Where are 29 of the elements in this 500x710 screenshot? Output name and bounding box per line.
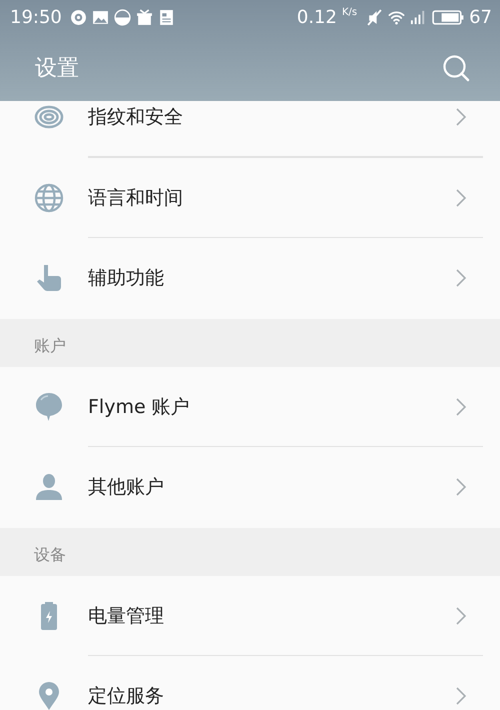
chevron-icon	[455, 477, 467, 498]
target-icon	[70, 9, 87, 26]
chevron-icon	[455, 188, 467, 208]
battery-icon	[432, 9, 464, 26]
chevron-icon	[455, 606, 467, 626]
document-icon	[158, 9, 175, 26]
half-circle-icon	[114, 9, 131, 26]
search-icon[interactable]	[442, 54, 470, 82]
image-icon	[92, 9, 109, 26]
chevron-icon	[455, 107, 467, 128]
status-time: 19:50	[10, 7, 62, 28]
person-icon	[34, 472, 64, 502]
battery-level: 67	[469, 7, 492, 28]
network-speed: 0.12	[296, 7, 337, 28]
page-title: 设置	[35, 55, 79, 83]
gift-icon	[136, 9, 153, 26]
pointing-hand-icon	[34, 263, 64, 294]
chevron-icon	[455, 268, 467, 288]
speed-unit: K/s	[342, 7, 358, 18]
balloon-icon	[34, 392, 64, 422]
settings-item[interactable]: 电量管理	[0, 576, 500, 656]
chevron-icon	[455, 686, 467, 706]
muted-icon	[366, 9, 384, 26]
settings-item[interactable]: Flyme 账户	[0, 366, 500, 447]
chevron-icon	[455, 396, 467, 417]
section-title: 设备	[34, 544, 66, 566]
globe-icon	[34, 182, 64, 213]
section-title: 账户	[34, 336, 66, 356]
wifi-icon	[388, 9, 406, 26]
